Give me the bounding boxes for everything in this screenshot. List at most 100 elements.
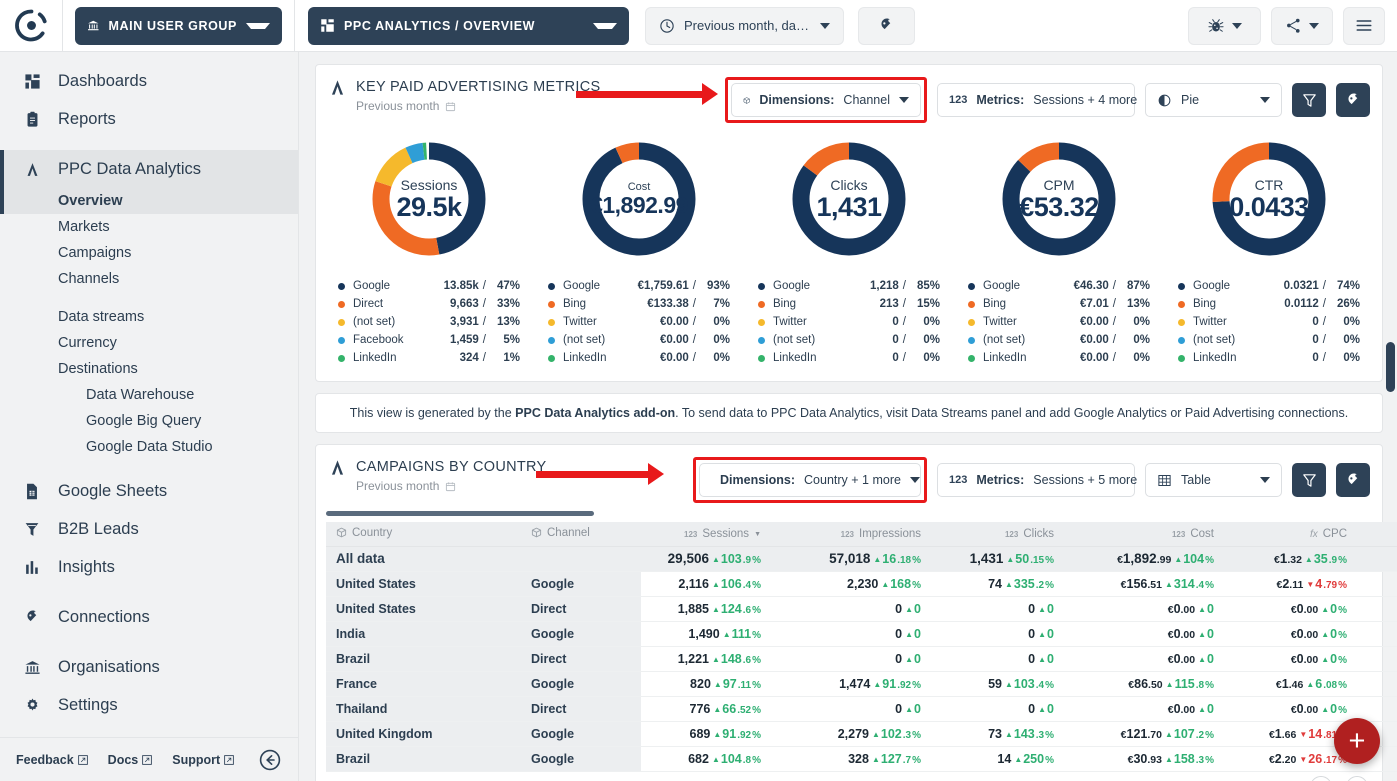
sidebar-subitem-label: Destinations <box>58 361 138 377</box>
panel2-dimensions-selector[interactable]: Dimensions: Country + 1 more <box>699 463 921 497</box>
sidebar-item-data-warehouse[interactable]: Data Warehouse <box>0 382 298 408</box>
legend-item[interactable]: Bing €133.38/ 7% <box>548 295 730 313</box>
docs-link[interactable]: Docs <box>108 753 153 767</box>
table-row[interactable]: United States Direct 1,885 ▲ 124.6% 0 ▲ 0 0 ▲ 0 €0.… <box>326 596 1397 622</box>
sidebar-item-reports[interactable]: Reports <box>0 100 298 138</box>
legend-item[interactable]: LinkedIn 324/ 1% <box>338 349 520 367</box>
key-paid-advertising-metrics-panel: KEY PAID ADVERTISING METRICS Previous mo… <box>315 64 1383 382</box>
table-header-cost[interactable]: 123 Cost <box>1064 522 1224 547</box>
donut-ring[interactable]: Sessions 29.5k <box>363 133 495 265</box>
legend-color-dot <box>968 282 975 290</box>
support-link[interactable]: Support <box>172 753 234 767</box>
table-header-sessions[interactable]: 123 Sessions ▼ <box>641 522 771 547</box>
legend-item[interactable]: Bing 0.0112/ 26% <box>1178 295 1360 313</box>
legend-item[interactable]: (not set) €0.00/ 0% <box>968 331 1150 349</box>
sidebar-item-insights[interactable]: Insights <box>0 548 298 586</box>
sidebar-item-markets[interactable]: Markets <box>0 214 298 240</box>
legend-item[interactable]: Google 0.0321/ 74% <box>1178 277 1360 295</box>
donut-ring[interactable]: Cost €1,892.99 <box>573 133 705 265</box>
donut-ring[interactable]: CTR 0.0433 <box>1203 133 1335 265</box>
legend-item[interactable]: Direct 9,663/ 33% <box>338 295 520 313</box>
share-button[interactable] <box>1271 6 1333 45</box>
legend-value: 1,218 <box>870 280 899 292</box>
sidebar-item-b2b-leads[interactable]: B2B Leads <box>0 510 298 548</box>
legend-item[interactable]: Google €1,759.61/ 93% <box>548 277 730 295</box>
legend-item[interactable]: (not set) €0.00/ 0% <box>548 331 730 349</box>
date-range-selector[interactable]: Previous month, da… <box>645 6 844 45</box>
legend-item[interactable]: Bing 213/ 15% <box>758 295 940 313</box>
legend-item[interactable]: Google 1,218/ 85% <box>758 277 940 295</box>
bug-report-button[interactable] <box>1188 6 1261 45</box>
table-header-cpc[interactable]: fx CPC <box>1224 522 1357 547</box>
legend-item[interactable]: Facebook 1,459/ 5% <box>338 331 520 349</box>
legend-item[interactable]: (not set) 0/ 0% <box>758 331 940 349</box>
sidebar-item-connections[interactable]: Connections <box>0 598 298 636</box>
metric-delta: ▲ 148.6% <box>711 651 761 666</box>
table-header-clicks[interactable]: 123 Clicks <box>931 522 1064 547</box>
feedback-link[interactable]: Feedback <box>16 753 88 767</box>
cell-metric: 74 ▲ 335.2% <box>931 571 1064 597</box>
sidebar-item-campaigns[interactable]: Campaigns <box>0 240 298 266</box>
table-total-row[interactable]: All data 29,506 ▲ 103.9% 57,018 ▲ 16.18% 1,431 ▲… <box>326 546 1397 572</box>
table-header-impressions[interactable]: 123 Impressions <box>771 522 931 547</box>
legend-item[interactable]: (not set) 0/ 0% <box>1178 331 1360 349</box>
sidebar-item-overview[interactable]: Overview <box>0 188 298 214</box>
legend-item[interactable]: Twitter €0.00/ 0% <box>968 313 1150 331</box>
main-menu-button[interactable] <box>1343 6 1385 45</box>
legend-item[interactable]: Google 13.85k/ 47% <box>338 277 520 295</box>
sidebar-item-google-data-studio[interactable]: Google Data Studio <box>0 434 298 460</box>
panel1-source-button[interactable] <box>1336 83 1370 117</box>
legend-item[interactable]: Bing €7.01/ 13% <box>968 295 1150 313</box>
app-logo[interactable] <box>0 9 62 42</box>
sidebar-item-label: Settings <box>58 695 118 714</box>
sidebar-item-destinations[interactable]: Destinations <box>0 356 298 382</box>
legend-item[interactable]: LinkedIn 0/ 0% <box>758 349 940 367</box>
sort-desc-icon: ▼ <box>754 530 761 538</box>
sidebar-item-channels[interactable]: Channels <box>0 266 298 292</box>
panel2-metrics-selector[interactable]: 123 Metrics: Sessions + 5 more <box>937 463 1157 497</box>
next-page-button[interactable]: ▶ <box>1346 775 1368 781</box>
legend-item[interactable]: LinkedIn €0.00/ 0% <box>968 349 1150 367</box>
table-header-channel[interactable]: Channel <box>521 522 641 547</box>
table-row[interactable]: France Google 820 ▲ 97.11% 1,474 ▲ 91.92% 59 ▲ 103… <box>326 671 1397 697</box>
sidebar-item-currency[interactable]: Currency <box>0 330 298 356</box>
legend-item[interactable]: LinkedIn 0/ 0% <box>1178 349 1360 367</box>
sidebar-item-organisations[interactable]: Organisations <box>0 648 298 686</box>
connections-button[interactable] <box>858 6 915 45</box>
panel2-filter-button[interactable] <box>1292 463 1326 497</box>
add-widget-fab[interactable]: + <box>1334 718 1380 764</box>
legend-item[interactable]: (not set) 3,931/ 13% <box>338 313 520 331</box>
prev-page-button[interactable]: ◀ <box>1310 775 1332 781</box>
legend-item[interactable]: Twitter 0/ 0% <box>1178 313 1360 331</box>
table-hscrollbar[interactable] <box>316 511 1382 522</box>
sidebar-item-dashboards[interactable]: Dashboards <box>0 62 298 100</box>
donut-ring[interactable]: CPM €53.32 <box>993 133 1125 265</box>
table-row[interactable]: Brazil Google 682 ▲ 104.8% 328 ▲ 127.7% 14 ▲ 250% €… <box>326 746 1397 772</box>
table-row[interactable]: United States Google 2,116 ▲ 106.4% 2,230 ▲ 168… <box>326 571 1397 597</box>
legend-item[interactable]: LinkedIn €0.00/ 0% <box>548 349 730 367</box>
panel2-viz-selector[interactable]: Table <box>1145 463 1282 497</box>
panel2-source-button[interactable] <box>1336 463 1370 497</box>
table-header-country[interactable]: Country <box>326 522 521 547</box>
legend-item[interactable]: Twitter €0.00/ 0% <box>548 313 730 331</box>
legend-item[interactable]: Twitter 0/ 0% <box>758 313 940 331</box>
sidebar-item-google-big-query[interactable]: Google Big Query <box>0 408 298 434</box>
table-row[interactable]: United Kingdom Google 689 ▲ 91.92% 2,279 ▲ 102.… <box>326 721 1397 747</box>
sidebar-item-data-streams[interactable]: Data streams <box>0 304 298 330</box>
sidebar-item-ppc-data-analytics[interactable]: PPC Data Analytics <box>0 150 298 188</box>
legend-item[interactable]: Google €46.30/ 87% <box>968 277 1150 295</box>
sidebar-item-settings[interactable]: Settings <box>0 686 298 724</box>
table-row[interactable]: Thailand Direct 776 ▲ 66.52% 0 ▲ 0 0 ▲ 0 €0.00 ▲ 0 €0.… <box>326 696 1397 722</box>
panel1-dimensions-selector[interactable]: Dimensions: Channel <box>731 83 921 117</box>
panel1-viz-selector[interactable]: Pie <box>1145 83 1282 117</box>
panel1-metrics-selector[interactable]: 123 Metrics: Sessions + 4 more <box>937 83 1157 117</box>
sidebar-item-google-sheets[interactable]: Google Sheets <box>0 472 298 510</box>
panel1-filter-button[interactable] <box>1292 83 1326 117</box>
page-scrollbar[interactable] <box>1386 52 1395 781</box>
user-group-selector[interactable]: MAIN USER GROUP <box>75 6 282 45</box>
workspace-selector[interactable]: PPC ANALYTICS / OVERVIEW <box>308 6 629 45</box>
table-row[interactable]: India Google 1,490 ▲ 111% 0 ▲ 0 0 ▲ 0 €0.00 ▲ 0 €0.00 ▲… <box>326 621 1397 647</box>
donut-ring[interactable]: Clicks 1,431 <box>783 133 915 265</box>
table-row[interactable]: Brazil Direct 1,221 ▲ 148.6% 0 ▲ 0 0 ▲ 0 €0.00 ▲ 0 €0.… <box>326 646 1397 672</box>
collapse-sidebar-button[interactable] <box>258 748 282 772</box>
